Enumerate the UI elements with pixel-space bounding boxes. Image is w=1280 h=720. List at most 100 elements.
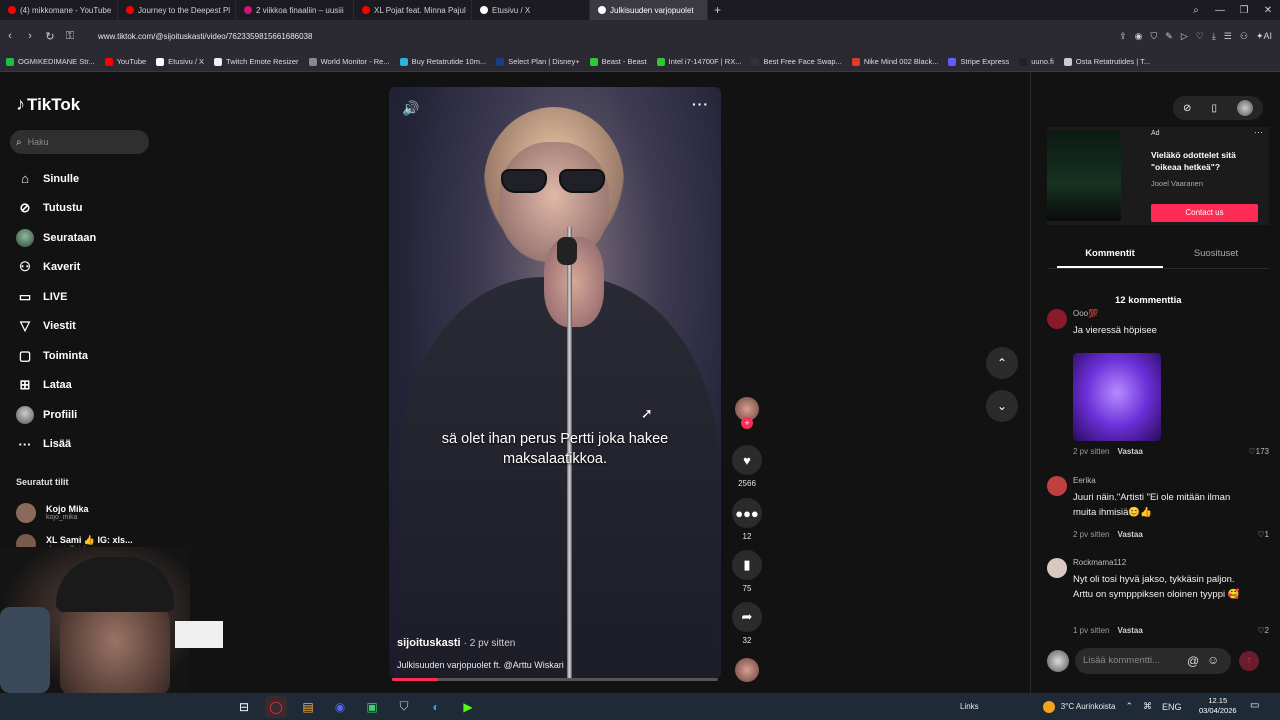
files-icon[interactable]: ▤	[297, 696, 319, 718]
browser-tab[interactable]: Journey to the Deepest Pl	[118, 0, 236, 20]
bookmark-item[interactable]: Intel i7-14700F | RX...	[656, 57, 741, 66]
play-icon[interactable]: ▷	[1181, 31, 1188, 42]
follow-plus-icon[interactable]: +	[741, 417, 753, 429]
lang-indicator[interactable]: ENG	[1162, 702, 1182, 712]
bookmark-item[interactable]: Nike Mind 002 Black...	[851, 57, 938, 66]
bookmark-item[interactable]: World Monitor - Re...	[308, 57, 390, 66]
shield-icon[interactable]: ⛉	[1151, 31, 1158, 42]
browser-tab[interactable]: Julkisuuden varjopuolet	[590, 0, 708, 20]
ai-icon[interactable]: ✦AI	[1256, 31, 1272, 42]
camera-icon[interactable]: ◉	[1135, 31, 1143, 42]
links-toolbar[interactable]: Links	[960, 702, 979, 711]
ad-thumbnail[interactable]	[1047, 131, 1121, 221]
author-name[interactable]: sijoituskasti	[397, 637, 461, 649]
comment-like[interactable]: ♡2	[1257, 626, 1269, 635]
comment-image[interactable]	[1073, 353, 1161, 441]
browser-tab[interactable]: Etusivu / X	[472, 0, 590, 20]
bookmark-item[interactable]: YouTube	[104, 57, 146, 66]
nav-item-seurataan[interactable]: Seurataan	[16, 223, 96, 253]
browser-tab[interactable]: (4) mikkomane - YouTube	[0, 0, 118, 20]
nav-item-lisää[interactable]: ··· Lisää	[16, 430, 96, 460]
nav-item-tutustu[interactable]: ⊘ Tutustu	[16, 194, 96, 224]
nav-item-lataa[interactable]: ⊞ Lataa	[16, 371, 96, 401]
followed-account[interactable]: Kojo Mika kojo_mika	[16, 497, 133, 528]
ad-more-icon[interactable]: ···	[1254, 127, 1263, 137]
bookmark-item[interactable]: Best Free Face Swap...	[751, 57, 842, 66]
site-info-icon[interactable]: ⚿	[60, 30, 80, 43]
bookmark-item[interactable]: Select Plan | Disney+	[496, 57, 580, 66]
comment-user[interactable]: Rockmama112	[1073, 558, 1126, 567]
taskbar-search-box[interactable]	[175, 621, 223, 648]
share-arrow-icon[interactable]: ➦	[732, 602, 762, 632]
profile-icon[interactable]: ⚇	[1240, 31, 1248, 42]
search-tabs-icon[interactable]: ⌕	[1184, 5, 1208, 16]
browser-tab[interactable]: 2 viikkoa finaaliin – uusiii	[236, 0, 354, 20]
download-icon[interactable]: ⤓	[1212, 31, 1216, 42]
comment-avatar[interactable]	[1047, 558, 1067, 578]
nav-item-live[interactable]: ▭ LIVE	[16, 282, 96, 312]
forward-button[interactable]: ›	[20, 30, 40, 42]
tiktok-logo[interactable]: ♪ TikTok	[16, 94, 80, 115]
comment-action[interactable]: ●●● 12	[730, 498, 764, 541]
edge-icon[interactable]: ◐	[425, 696, 447, 718]
heart-icon[interactable]: ♥	[732, 445, 762, 475]
comment-like[interactable]: ♡173	[1248, 447, 1269, 456]
task-view-icon[interactable]: ⊟	[233, 696, 255, 718]
ad-card[interactable]: Ad ··· Vieläkö odottelet sitä "oikeaa he…	[1047, 127, 1269, 225]
weather-widget[interactable]: 3°C Aurinkoista	[1042, 700, 1115, 713]
nav-item-sinulle[interactable]: ⌂ Sinulle	[16, 164, 96, 194]
search-input[interactable]: ⌕ Haku	[10, 130, 149, 154]
opera-icon[interactable]: ◯	[265, 695, 287, 718]
close-window-button[interactable]: ✕	[1256, 5, 1280, 16]
shield-app-icon[interactable]: ⛉	[393, 696, 415, 718]
bookmark-icon[interactable]: ▮	[732, 550, 762, 580]
bookmark-item[interactable]: Twitch Emote Resizer	[214, 57, 299, 66]
video-more-icon[interactable]: ···	[692, 96, 709, 112]
comment-user[interactable]: Eerika	[1073, 476, 1096, 485]
save-action[interactable]: ▮ 75	[730, 550, 764, 593]
video-author[interactable]: sijoituskasti · 2 pv sitten	[397, 637, 515, 649]
phone-icon[interactable]: ▯	[1211, 103, 1217, 114]
reply-button[interactable]: Vastaa	[1117, 626, 1142, 635]
bookmark-item[interactable]: uuno.fi	[1019, 57, 1054, 66]
video-progress-bar[interactable]	[392, 678, 718, 681]
reply-button[interactable]: Vastaa	[1117, 530, 1142, 539]
reply-button[interactable]: Vastaa	[1117, 447, 1142, 456]
nav-item-profiili[interactable]: Profiili	[16, 400, 96, 430]
browser-tab[interactable]: XL Pojat feat. Minna Pajul	[354, 0, 472, 20]
back-button[interactable]: ‹	[0, 30, 20, 42]
contact-us-button[interactable]: Contact us	[1151, 204, 1258, 222]
comment-like[interactable]: ♡1	[1257, 530, 1269, 539]
new-tab-button[interactable]: +	[714, 3, 721, 17]
comment-avatar[interactable]	[1047, 476, 1067, 496]
mention-icon[interactable]: @	[1187, 654, 1199, 668]
bookmark-item[interactable]: Stripe Express	[948, 57, 1009, 66]
share-icon[interactable]: ⇪	[1119, 31, 1127, 42]
tab-recommendations[interactable]: Suosituset	[1163, 244, 1269, 268]
nav-item-viestit[interactable]: ▽ Viestit	[16, 312, 96, 342]
extensions-icon[interactable]: ✎	[1165, 31, 1173, 42]
discord-icon[interactable]: ◉	[329, 696, 351, 718]
video-player[interactable]	[389, 87, 721, 679]
clock[interactable]: 12.15 03/04/2026	[1199, 696, 1237, 716]
previous-video-button[interactable]: ⌃	[986, 347, 1018, 379]
comment-avatar[interactable]	[1047, 309, 1067, 329]
chevron-up-icon[interactable]: ⌃	[1125, 701, 1133, 712]
share-action[interactable]: ➦ 32	[730, 602, 764, 645]
reload-button[interactable]: ↻	[40, 30, 60, 43]
notification-icon[interactable]: ▭	[1250, 700, 1259, 711]
like-action[interactable]: ♥ 2566	[730, 445, 764, 488]
comment-user[interactable]: Ooo💯	[1073, 309, 1098, 318]
comment-icon[interactable]: ●●●	[732, 498, 762, 528]
music-disc-avatar[interactable]	[735, 658, 759, 682]
menu-icon[interactable]: ☰	[1224, 31, 1232, 42]
app-green-icon[interactable]: ▣	[361, 696, 383, 718]
nav-item-toiminta[interactable]: ▢ Toiminta	[16, 341, 96, 371]
bookmark-item[interactable]: Beast - Beast	[589, 57, 647, 66]
maximize-button[interactable]: ❐	[1232, 5, 1256, 16]
network-icon[interactable]: ⌘	[1143, 701, 1152, 712]
compass-icon[interactable]: ⊘	[1183, 103, 1191, 114]
bookmark-item[interactable]: Etusivu / X	[156, 57, 204, 66]
url-field[interactable]: www.tiktok.com/@sijoituskasti/video/7623…	[92, 25, 992, 47]
tab-comments[interactable]: Kommentit	[1057, 244, 1163, 268]
